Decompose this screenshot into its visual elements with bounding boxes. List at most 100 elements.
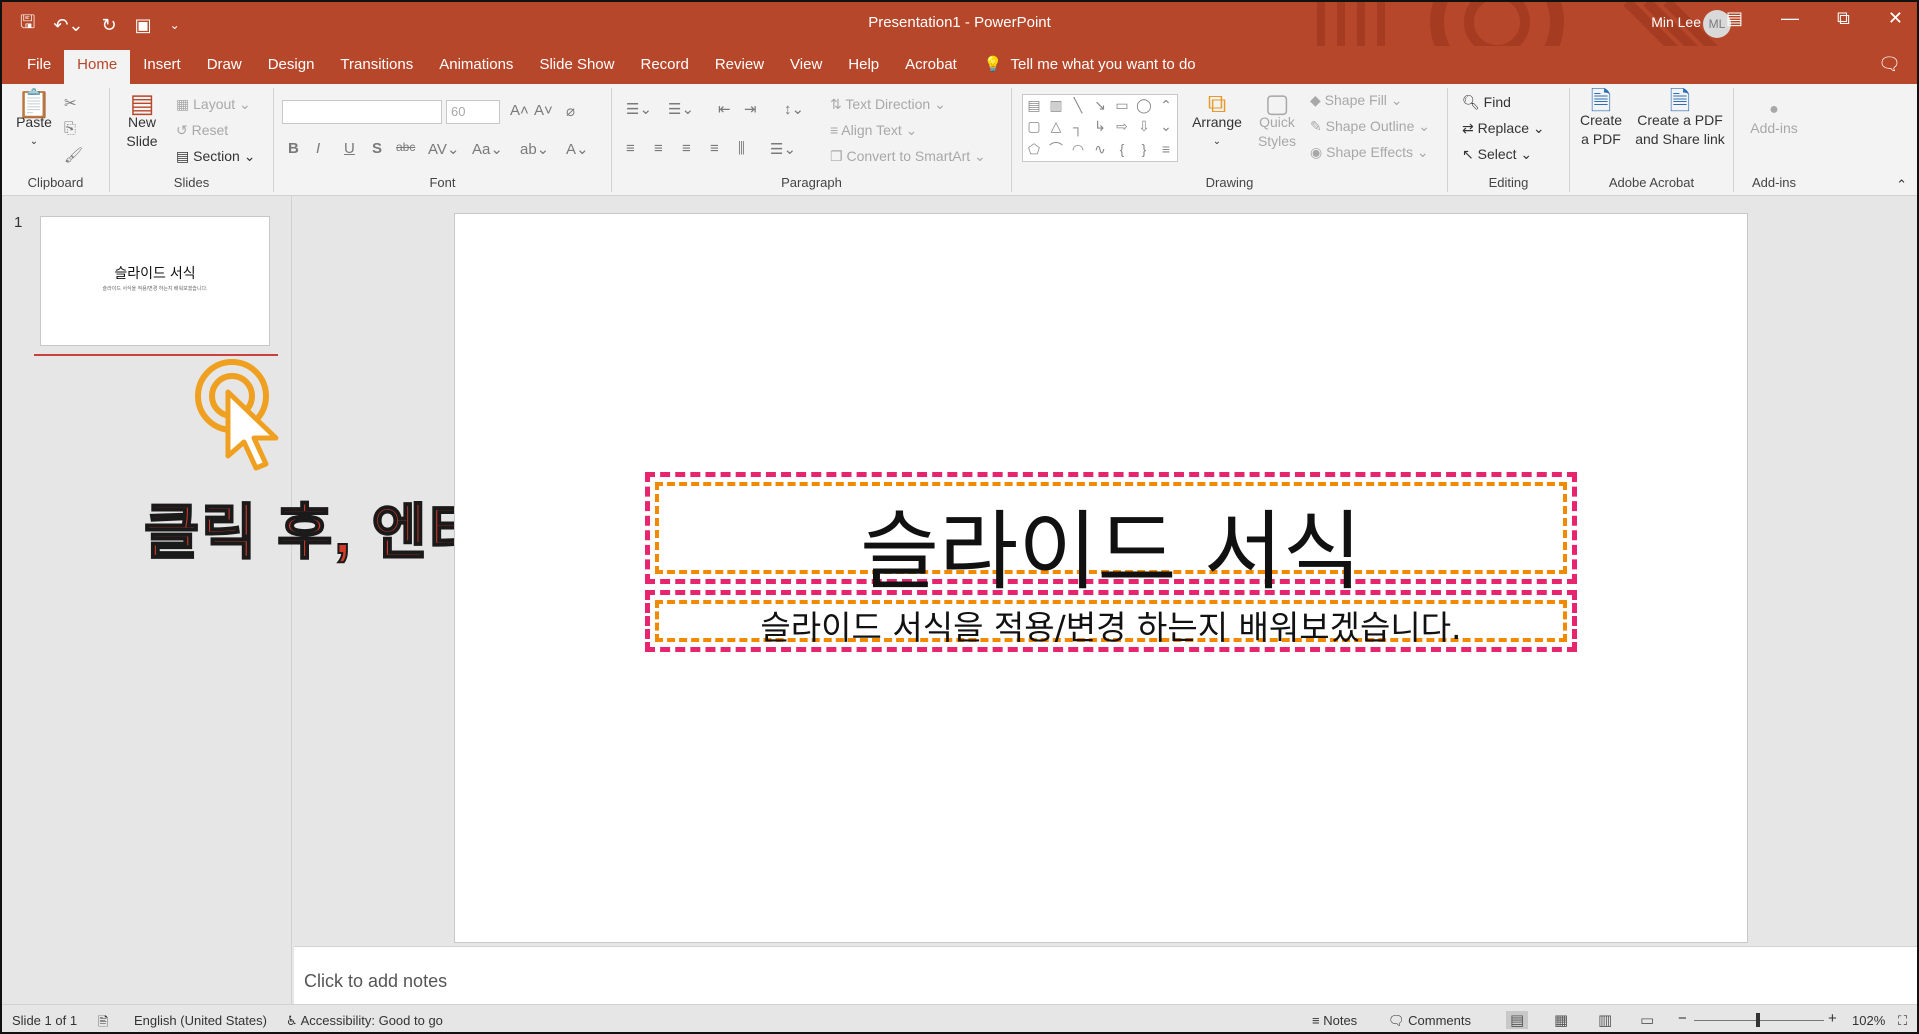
comments-button[interactable]: 🗨 Comments bbox=[1388, 1013, 1471, 1029]
font-size-field[interactable]: 60 bbox=[446, 100, 500, 124]
slide-thumbnail[interactable]: 슬라이드 서식 슬라이드 서식을 적용/변경 하는지 배워보겠습니다. bbox=[40, 216, 270, 346]
curve-shape-icon[interactable]: ⌒ bbox=[1049, 139, 1063, 159]
add-ins-button[interactable]: ● Add-ins bbox=[1740, 100, 1808, 138]
tab-view[interactable]: View bbox=[777, 50, 835, 84]
align-right-icon[interactable]: ≡ bbox=[682, 140, 691, 157]
font-color-icon[interactable]: A⌄ bbox=[566, 140, 589, 158]
collapse-ribbon-icon[interactable]: ⌃ bbox=[1896, 177, 1907, 193]
notes-button[interactable]: ≡ Notes bbox=[1312, 1013, 1357, 1028]
close-icon[interactable]: ✕ bbox=[1888, 8, 1903, 29]
rectangle-shape-icon[interactable]: ▭ bbox=[1115, 97, 1128, 114]
italic-icon[interactable]: I bbox=[316, 140, 320, 157]
zoom-out-icon[interactable]: − bbox=[1678, 1010, 1687, 1027]
reset-button[interactable]: ↺ Reset bbox=[176, 122, 228, 139]
section-button[interactable]: ▤ Section ⌄ bbox=[176, 148, 255, 165]
select-button[interactable]: ↖ Select ⌄ bbox=[1462, 146, 1532, 163]
normal-view-icon[interactable]: ▤ bbox=[1506, 1011, 1529, 1029]
create-pdf-button[interactable]: 🗎 Create a PDF bbox=[1576, 88, 1626, 149]
zoom-slider-thumb[interactable] bbox=[1756, 1013, 1760, 1027]
right-arrow-shape-icon[interactable]: ⇨ bbox=[1116, 118, 1128, 135]
slide-canvas[interactable]: 슬라이드 서식 슬라이드 서식을 적용/변경 하는지 배워보겠습니다. bbox=[454, 213, 1748, 943]
decrease-font-icon[interactable]: A˅ bbox=[534, 102, 553, 119]
notes-placeholder[interactable]: Click to add notes bbox=[304, 971, 447, 992]
minimize-icon[interactable]: — bbox=[1781, 8, 1799, 29]
reading-view-icon[interactable]: ▥ bbox=[1598, 1011, 1612, 1029]
tab-design[interactable]: Design bbox=[255, 50, 328, 84]
tell-me-search[interactable]: 💡 Tell me what you want to do bbox=[984, 50, 1196, 84]
slideshow-view-icon[interactable]: ▭ bbox=[1640, 1011, 1654, 1029]
subtitle-placeholder[interactable]: 슬라이드 서식을 적용/변경 하는지 배워보겠습니다. bbox=[645, 590, 1577, 652]
ribbon-display-icon[interactable]: ▤ bbox=[1726, 8, 1743, 29]
format-painter-icon[interactable]: 🖌 bbox=[64, 146, 83, 164]
bullets-icon[interactable]: ☰⌄ bbox=[626, 100, 652, 118]
user-name[interactable]: Min Lee bbox=[1651, 14, 1701, 30]
freeform-shape-icon[interactable]: ⬠ bbox=[1028, 141, 1040, 158]
tab-help[interactable]: Help bbox=[835, 50, 892, 84]
tab-record[interactable]: Record bbox=[627, 50, 701, 84]
oval-shape-icon[interactable]: ◯ bbox=[1136, 97, 1152, 114]
font-name-field[interactable] bbox=[282, 100, 442, 124]
notes-pane[interactable]: Click to add notes bbox=[294, 946, 1917, 1004]
tab-draw[interactable]: Draw bbox=[194, 50, 255, 84]
elbow-arrow-icon[interactable]: ↳ bbox=[1094, 118, 1106, 135]
comment-icon[interactable]: 🗨 bbox=[1878, 54, 1901, 75]
title-placeholder[interactable]: 슬라이드 서식 bbox=[645, 472, 1577, 602]
tab-acrobat[interactable]: Acrobat bbox=[892, 50, 970, 84]
left-brace-shape-icon[interactable]: { bbox=[1120, 141, 1125, 157]
tab-file[interactable]: File bbox=[14, 50, 64, 84]
line-shape-icon[interactable]: ╲ bbox=[1074, 97, 1082, 114]
text-direction-button[interactable]: ⇅ Text Direction ⌄ bbox=[830, 96, 946, 113]
tab-slide-show[interactable]: Slide Show bbox=[526, 50, 627, 84]
increase-font-icon[interactable]: A˄ bbox=[510, 102, 529, 119]
convert-smartart-button[interactable]: ❐ Convert to SmartArt ⌄ bbox=[830, 148, 986, 165]
underline-icon[interactable]: U bbox=[344, 140, 355, 157]
numbering-icon[interactable]: ☰⌄ bbox=[668, 100, 694, 118]
spelling-icon[interactable]: 🖹 bbox=[98, 1013, 108, 1032]
justify-icon[interactable]: ≡ bbox=[710, 140, 719, 157]
shape-effects-button[interactable]: ◉ Shape Effects ⌄ bbox=[1310, 144, 1429, 161]
highlight-icon[interactable]: ab⌄ bbox=[520, 140, 549, 158]
find-button[interactable]: 🔍︎ Find bbox=[1462, 94, 1511, 111]
decrease-indent-icon[interactable]: ⇤ bbox=[718, 100, 731, 118]
slide-title[interactable]: 슬라이드 서식 bbox=[650, 481, 1572, 606]
character-spacing-icon[interactable]: AV⌄ bbox=[428, 140, 459, 158]
zoom-in-icon[interactable]: + bbox=[1828, 1010, 1837, 1027]
slide-subtitle[interactable]: 슬라이드 서식을 적용/변경 하는지 배워보겠습니다. bbox=[650, 601, 1572, 649]
scroll-up-icon[interactable]: ⌃ bbox=[1160, 97, 1172, 114]
change-case-icon[interactable]: Aa⌄ bbox=[472, 140, 503, 158]
increase-indent-icon[interactable]: ⇥ bbox=[744, 100, 757, 118]
more-shapes-icon[interactable]: ≡ bbox=[1162, 141, 1170, 157]
zoom-level[interactable]: 102% bbox=[1852, 1013, 1885, 1028]
scroll-down-icon[interactable]: ⌄ bbox=[1160, 118, 1172, 135]
tab-animations[interactable]: Animations bbox=[426, 50, 526, 84]
replace-button[interactable]: ⇄ Replace ⌄ bbox=[1462, 120, 1545, 137]
bold-icon[interactable]: B bbox=[288, 140, 299, 157]
text-box-shape-icon[interactable]: ▤ bbox=[1027, 97, 1040, 114]
shadow-icon[interactable]: S bbox=[372, 140, 382, 157]
tab-review[interactable]: Review bbox=[702, 50, 777, 84]
fit-slide-icon[interactable]: ⛶ bbox=[1898, 1013, 1907, 1029]
accessibility-status[interactable]: ♿ Accessibility: Good to go bbox=[286, 1013, 443, 1029]
columns-icon[interactable]: ⫼ bbox=[738, 140, 745, 157]
elbow-connector-icon[interactable]: ┐ bbox=[1073, 119, 1083, 135]
tab-home[interactable]: Home bbox=[64, 50, 131, 84]
arrow-line-shape-icon[interactable]: ↘ bbox=[1094, 97, 1106, 114]
arc-shape-icon[interactable]: ◠ bbox=[1072, 141, 1084, 158]
clear-formatting-icon[interactable]: ⌀ bbox=[566, 102, 575, 120]
vertical-text-shape-icon[interactable]: ▥ bbox=[1049, 97, 1062, 114]
paste-button[interactable]: 📋 Paste ⌄ bbox=[14, 90, 54, 151]
shapes-gallery[interactable]: ▤ ▥ ╲ ↘ ▭ ◯ ⌃ ▢ △ ┐ ↳ ⇨ ⇩ ⌄ ⬠ ⌒ ◠ ∿ { } bbox=[1022, 94, 1178, 162]
wave-shape-icon[interactable]: ∿ bbox=[1094, 141, 1106, 158]
tab-transitions[interactable]: Transitions bbox=[327, 50, 426, 84]
slide-sorter-icon[interactable]: ▦ bbox=[1554, 1011, 1568, 1029]
triangle-shape-icon[interactable]: △ bbox=[1051, 118, 1062, 135]
new-slide-button[interactable]: ▤ New Slide bbox=[118, 90, 166, 151]
more-columns-icon[interactable]: ☰⌄ bbox=[770, 140, 796, 158]
language-status[interactable]: English (United States) bbox=[134, 1013, 267, 1028]
restore-icon[interactable]: ⧉ bbox=[1837, 8, 1850, 29]
align-left-icon[interactable]: ≡ bbox=[626, 140, 635, 157]
shape-fill-button[interactable]: ◆ Shape Fill ⌄ bbox=[1310, 92, 1403, 109]
copy-icon[interactable]: ⎘ bbox=[64, 120, 76, 137]
right-brace-shape-icon[interactable]: } bbox=[1142, 141, 1147, 157]
cut-icon[interactable]: ✂ bbox=[64, 94, 77, 112]
